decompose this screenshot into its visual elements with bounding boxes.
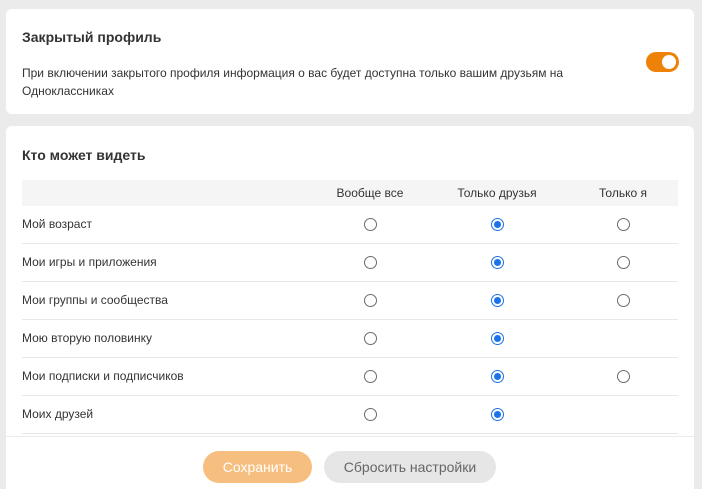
radio-friends-only[interactable] <box>491 218 504 231</box>
row-label: Мой возраст <box>22 217 92 231</box>
radio-friends-only[interactable] <box>491 294 504 307</box>
visibility-title: Кто может видеть <box>22 147 146 163</box>
row-label: Мою вторую половинку <box>22 331 152 345</box>
row-label: Моих друзей <box>22 407 94 421</box>
radio-everyone[interactable] <box>364 256 377 269</box>
radio-everyone[interactable] <box>364 332 377 345</box>
table-row: Мой возраст <box>22 206 678 244</box>
visibility-card: Кто может видеть Вообще все Только друзь… <box>6 126 694 489</box>
radio-only-me[interactable] <box>617 218 630 231</box>
table-row: Мои группы и сообщества <box>22 282 678 320</box>
private-profile-toggle[interactable] <box>646 52 679 72</box>
table-row: Мою вторую половинку <box>22 320 678 358</box>
toggle-knob <box>662 55 676 69</box>
table-body: Мой возраст Мои игры и приложения Мои груп… <box>22 206 678 434</box>
radio-friends-only[interactable] <box>491 332 504 345</box>
reset-settings-button[interactable]: Сбросить настройки <box>324 451 496 483</box>
radio-everyone[interactable] <box>364 408 377 421</box>
table-row: Мои подписки и подписчиков <box>22 358 678 396</box>
private-profile-title: Закрытый профиль <box>22 29 162 45</box>
save-button[interactable]: Сохранить <box>203 451 312 483</box>
private-profile-card: Закрытый профиль При включении закрытого… <box>6 9 694 114</box>
radio-everyone[interactable] <box>364 218 377 231</box>
radio-only-me[interactable] <box>617 294 630 307</box>
column-header-only-me: Только я <box>599 186 647 200</box>
table-row: Мои игры и приложения <box>22 244 678 282</box>
row-label: Мои игры и приложения <box>22 255 157 269</box>
radio-friends-only[interactable] <box>491 256 504 269</box>
visibility-table: Вообще все Только друзья Только я Мой во… <box>22 180 678 434</box>
row-label: Мои группы и сообщества <box>22 293 168 307</box>
radio-everyone[interactable] <box>364 294 377 307</box>
column-header-friends-only: Только друзья <box>457 186 537 200</box>
radio-only-me[interactable] <box>617 370 630 383</box>
radio-everyone[interactable] <box>364 370 377 383</box>
column-header-everyone: Вообще все <box>336 186 404 200</box>
table-header: Вообще все Только друзья Только я <box>22 180 678 206</box>
table-row: Моих друзей <box>22 396 678 434</box>
radio-only-me[interactable] <box>617 256 630 269</box>
radio-friends-only[interactable] <box>491 370 504 383</box>
footer-bar: Сохранить Сбросить настройки <box>6 436 694 489</box>
row-label: Мои подписки и подписчиков <box>22 369 184 383</box>
radio-friends-only[interactable] <box>491 408 504 421</box>
private-profile-description: При включении закрытого профиля информац… <box>22 66 564 98</box>
